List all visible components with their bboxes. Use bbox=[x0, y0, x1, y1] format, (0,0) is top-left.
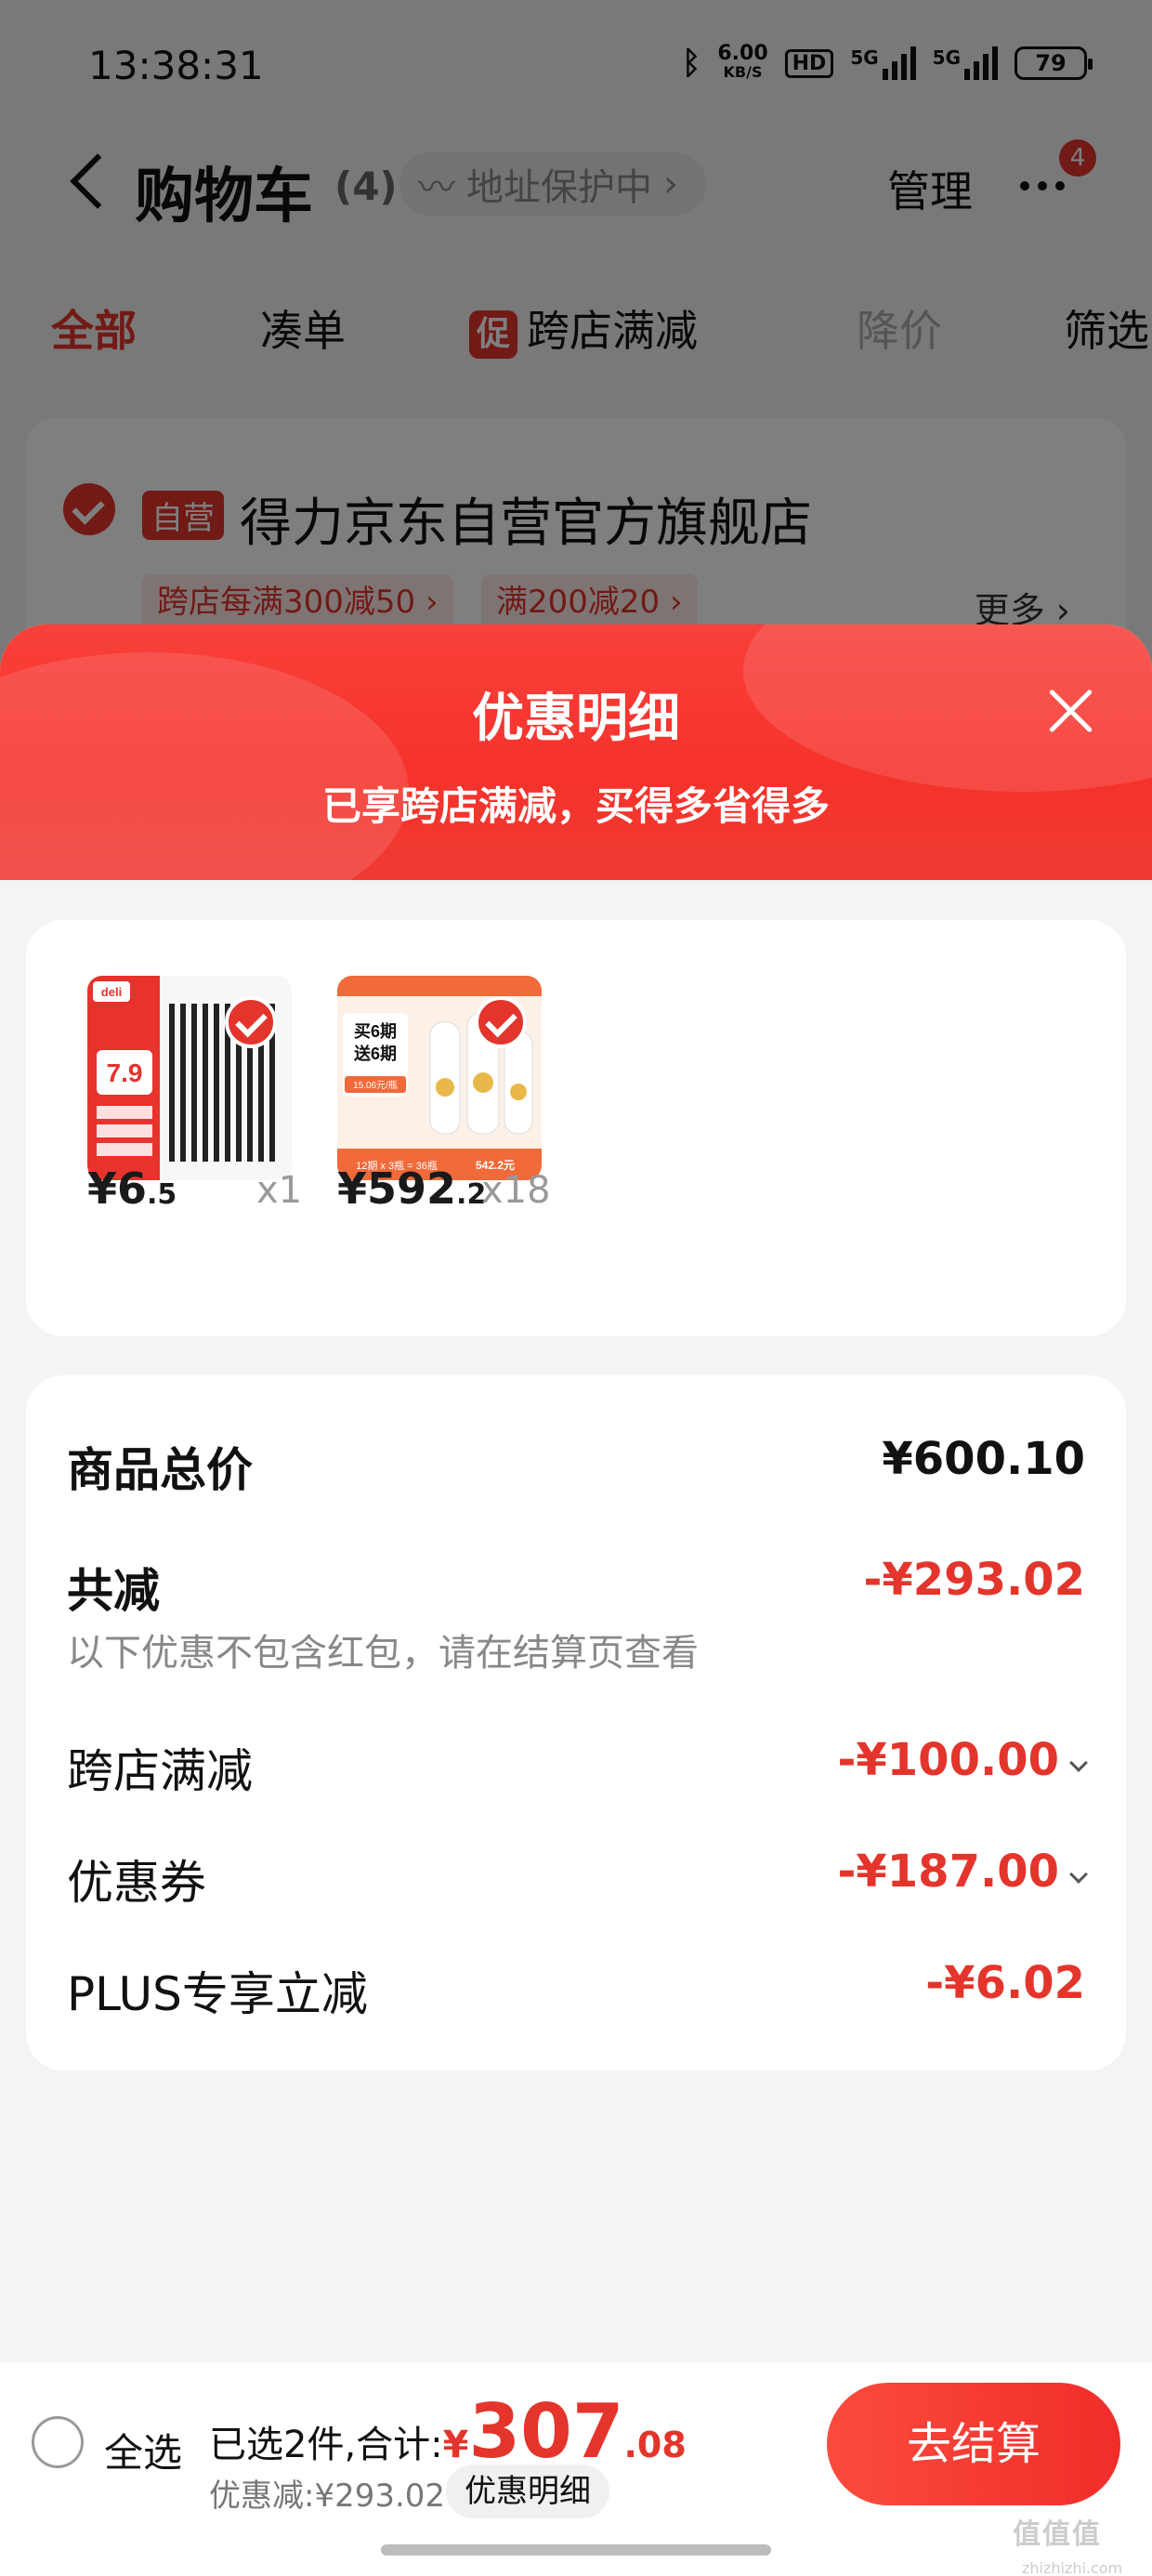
select-all-checkbox[interactable] bbox=[32, 2416, 84, 2468]
product-item[interactable]: deli 7.9 bbox=[87, 976, 301, 1180]
modal-backdrop[interactable] bbox=[0, 0, 1152, 651]
cross-store-discount-row[interactable]: -¥100.00 bbox=[837, 1734, 1088, 1786]
total-amount: 307 bbox=[468, 2388, 624, 2475]
plus-discount-label: PLUS专享立减 bbox=[67, 1967, 368, 2021]
selected-check-icon bbox=[225, 996, 277, 1048]
discount-detail-sheet: 优惠明细 已享跨店满减，买得多省得多 deli 7.9 ¥ 6 .5 x1 买6… bbox=[0, 624, 1152, 2576]
close-icon[interactable] bbox=[1041, 680, 1100, 740]
selected-items-card: deli 7.9 ¥6.5 x1 买6期 送6期 15.06元/瓶 12期 x … bbox=[26, 920, 1126, 1336]
total-discount-value: -¥293.02 bbox=[863, 1554, 1085, 1606]
sheet-header: 优惠明细 已享跨店满减，买得多省得多 bbox=[0, 624, 1152, 880]
price-summary-card: 商品总价 ¥600.10 共减 -¥293.02 以下优惠不包含红包，请在结算页… bbox=[26, 1375, 1126, 2070]
product-quantity: x18 bbox=[481, 1169, 551, 1212]
svg-text:15.06元/瓶: 15.06元/瓶 bbox=[353, 1079, 398, 1091]
coupon-discount-row[interactable]: -¥187.00 bbox=[837, 1846, 1088, 1898]
total-discount-label: 共减 bbox=[67, 1564, 160, 1618]
select-all-label[interactable]: 全选 bbox=[104, 2422, 182, 2478]
product-item[interactable]: 买6期 送6期 15.06元/瓶 12期 x 3瓶 = 36瓶 542.2元 bbox=[337, 976, 551, 1180]
svg-text:买6期: 买6期 bbox=[354, 1022, 397, 1041]
chevron-down-icon bbox=[1069, 1754, 1088, 1772]
total-price-label: 商品总价 bbox=[67, 1443, 253, 1497]
chevron-down-icon bbox=[1069, 1865, 1088, 1884]
coupon-label: 优惠券 bbox=[67, 1856, 206, 1910]
discount-summary: 优惠减:¥293.02 bbox=[209, 2477, 446, 2515]
cross-store-discount-label: 跨店满减 bbox=[67, 1744, 253, 1798]
total-summary: 已选2件,合计: ¥ 307 .08 bbox=[209, 2388, 687, 2475]
svg-text:送6期: 送6期 bbox=[353, 1044, 397, 1063]
sheet-subtitle: 已享跨店满减，买得多省得多 bbox=[321, 783, 830, 829]
watermark-url: zhizhizhi.com bbox=[1022, 2559, 1123, 2576]
total-price-value: ¥600.10 bbox=[882, 1433, 1085, 1485]
product-image-pens: deli 7.9 bbox=[87, 976, 292, 1180]
checkout-bar: 全选 已选2件,合计: ¥ 307 .08 优惠减:¥293.02 优惠明细 去… bbox=[0, 2362, 1152, 2576]
product-price: ¥6.5 bbox=[87, 1163, 177, 1214]
svg-text:7.9: 7.9 bbox=[107, 1058, 143, 1087]
product-quantity: x1 bbox=[256, 1169, 303, 1212]
plus-discount-value: -¥6.02 bbox=[925, 1957, 1085, 2009]
svg-text:deli: deli bbox=[101, 985, 122, 999]
discount-note: 以下优惠不包含红包，请在结算页查看 bbox=[67, 1632, 699, 1675]
home-indicator[interactable] bbox=[381, 2544, 771, 2556]
product-image-milk: 买6期 送6期 15.06元/瓶 12期 x 3瓶 = 36瓶 542.2元 bbox=[337, 976, 542, 1180]
discount-detail-button[interactable]: 优惠明细 bbox=[446, 2464, 609, 2518]
selected-check-icon bbox=[475, 996, 527, 1048]
product-price: ¥592.2 bbox=[337, 1163, 487, 1214]
checkout-button[interactable]: 去结算 bbox=[827, 2383, 1120, 2505]
watermark-logo: 值值值 bbox=[1013, 2518, 1102, 2551]
sheet-title: 优惠明细 bbox=[472, 689, 680, 749]
